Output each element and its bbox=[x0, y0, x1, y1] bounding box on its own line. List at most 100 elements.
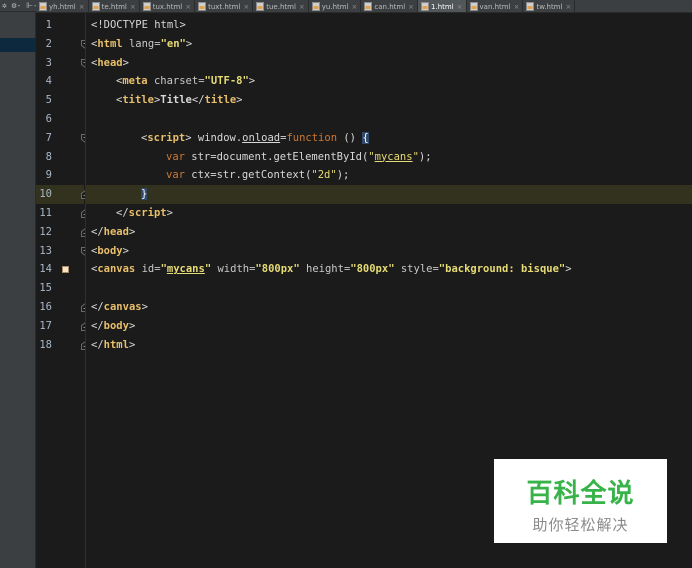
tab-label: tw.html bbox=[536, 2, 563, 11]
code-token: > bbox=[166, 207, 173, 219]
close-icon[interactable]: × bbox=[130, 3, 136, 11]
tab-label: 1.html bbox=[431, 2, 454, 11]
project-panel[interactable] bbox=[0, 0, 36, 568]
watermark-subtitle: 助你轻松解决 bbox=[532, 516, 629, 534]
code-token: () bbox=[337, 131, 363, 144]
tab-label: tue.html bbox=[266, 2, 296, 11]
tab-label: tuxt.html bbox=[208, 2, 241, 11]
code-line[interactable]: <title>Title</title> bbox=[86, 91, 692, 110]
tab-1-html[interactable]: 1.html × bbox=[418, 0, 467, 12]
line-number-gutter: 1 2 3 4 5 6 7 8 9 10 11 12 13 14 15 16 17 18 bbox=[36, 13, 90, 568]
tab-van-html[interactable]: van.html × bbox=[467, 0, 524, 12]
line-number: 4 bbox=[45, 75, 52, 88]
code-token: html bbox=[103, 338, 129, 351]
code-text: } bbox=[141, 185, 148, 204]
code-token: canvas bbox=[103, 301, 142, 313]
code-token: str=document.getElementById( bbox=[184, 150, 369, 163]
line-number: 17 bbox=[39, 319, 52, 332]
tab-label: yh.html bbox=[49, 2, 76, 11]
code-token: "UTF-8" bbox=[204, 75, 249, 88]
html-file-icon bbox=[91, 2, 100, 11]
tab-tue-html[interactable]: tue.html × bbox=[253, 0, 309, 12]
code-line[interactable]: var str=document.getElementById("mycans"… bbox=[86, 148, 692, 167]
code-line[interactable]: <html lang="en"> bbox=[86, 35, 692, 54]
code-token: canvas bbox=[97, 263, 136, 276]
code-text: <script> window.onload=function () { bbox=[141, 129, 369, 148]
editor-tab-bar: yh.html × te.html × tux.html × tuxt.html × tue.h… bbox=[36, 0, 692, 13]
tab-tux-html[interactable]: tux.html × bbox=[140, 0, 196, 12]
project-selected-item[interactable] bbox=[0, 38, 36, 52]
line-number: 14 bbox=[39, 263, 52, 276]
code-line[interactable] bbox=[86, 279, 692, 298]
line-number: 7 bbox=[45, 131, 52, 144]
close-icon[interactable]: × bbox=[408, 3, 414, 11]
code-text: </script> bbox=[116, 204, 173, 223]
tab-yh-html[interactable]: yh.html × bbox=[36, 0, 89, 12]
close-icon[interactable]: × bbox=[299, 3, 305, 11]
close-icon[interactable]: × bbox=[457, 3, 463, 11]
code-line[interactable]: </script> bbox=[86, 204, 692, 223]
watermark-logo: 百科全说 助你轻松解决 bbox=[494, 459, 667, 543]
code-line[interactable]: <meta charset="UTF-8"> bbox=[86, 72, 692, 91]
code-line[interactable]: } bbox=[86, 185, 692, 205]
project-toolbar[interactable]: ✲ ⚙- ⊩- bbox=[0, 0, 36, 12]
code-line[interactable]: <head> bbox=[86, 54, 692, 73]
code-token: height= bbox=[299, 263, 351, 276]
code-token: body bbox=[103, 319, 129, 332]
line-number: 16 bbox=[39, 301, 52, 313]
code-token: meta bbox=[122, 75, 148, 88]
close-icon[interactable]: × bbox=[243, 3, 249, 11]
close-icon[interactable]: × bbox=[79, 3, 85, 11]
tab-can-html[interactable]: can.html × bbox=[361, 0, 419, 12]
code-line[interactable]: var ctx=str.getContext("2d"); bbox=[86, 166, 692, 185]
tab-tw-html[interactable]: tw.html × bbox=[523, 0, 576, 12]
close-icon[interactable]: × bbox=[352, 3, 358, 11]
code-token: > bbox=[128, 338, 136, 351]
code-token: !DOCTYPE html bbox=[97, 19, 180, 31]
code-token: lang= bbox=[122, 37, 161, 50]
code-token: charset= bbox=[147, 75, 205, 88]
code-line[interactable]: <script> window.onload=function () { bbox=[86, 129, 692, 148]
tab-label: van.html bbox=[479, 2, 511, 11]
line-number: 12 bbox=[39, 225, 52, 238]
code-token: "background: bisque" bbox=[438, 263, 566, 276]
code-line[interactable] bbox=[86, 110, 692, 129]
code-line[interactable]: </html> bbox=[86, 336, 692, 355]
code-token: title bbox=[122, 94, 154, 107]
html-file-icon bbox=[526, 2, 535, 11]
code-token: html bbox=[97, 37, 123, 50]
code-text: var str=document.getElementById("mycans"… bbox=[166, 148, 432, 167]
code-line[interactable]: <body> bbox=[86, 242, 692, 261]
code-token: "en" bbox=[160, 37, 186, 50]
line-number: 2 bbox=[45, 37, 52, 50]
code-line[interactable]: </body> bbox=[86, 317, 692, 336]
code-line[interactable]: </canvas> bbox=[86, 298, 692, 317]
html-file-icon bbox=[198, 2, 207, 11]
line-number: 8 bbox=[45, 150, 52, 163]
code-text: <canvas id="mycans" width="800px" height… bbox=[91, 260, 572, 279]
line-number: 9 bbox=[45, 169, 52, 182]
code-line[interactable]: </head> bbox=[86, 223, 692, 242]
tab-te-html[interactable]: te.html × bbox=[89, 0, 140, 12]
line-number: 10 bbox=[39, 188, 52, 201]
tab-tuxt-html[interactable]: tuxt.html × bbox=[195, 0, 254, 12]
code-token: mycans bbox=[166, 263, 205, 276]
tab-yu-html[interactable]: yu.html × bbox=[309, 0, 362, 12]
close-icon[interactable]: × bbox=[514, 3, 520, 11]
code-token: </ bbox=[91, 301, 104, 313]
code-token: style= bbox=[394, 263, 439, 276]
html-file-icon bbox=[142, 2, 151, 11]
code-line[interactable]: <canvas id="mycans" width="800px" height… bbox=[86, 260, 692, 279]
close-icon[interactable]: × bbox=[565, 3, 571, 11]
code-token: window. bbox=[191, 131, 243, 144]
code-token: head bbox=[103, 225, 129, 238]
code-token: > bbox=[141, 301, 148, 313]
close-icon[interactable]: × bbox=[185, 3, 191, 11]
code-token: ); bbox=[418, 150, 432, 163]
code-line[interactable]: <!DOCTYPE html> bbox=[86, 16, 692, 35]
tab-label: yu.html bbox=[321, 2, 349, 11]
code-token: </ bbox=[191, 94, 205, 107]
code-token: > bbox=[236, 94, 243, 107]
code-text: </canvas> bbox=[91, 298, 148, 317]
html-file-icon bbox=[364, 2, 373, 11]
